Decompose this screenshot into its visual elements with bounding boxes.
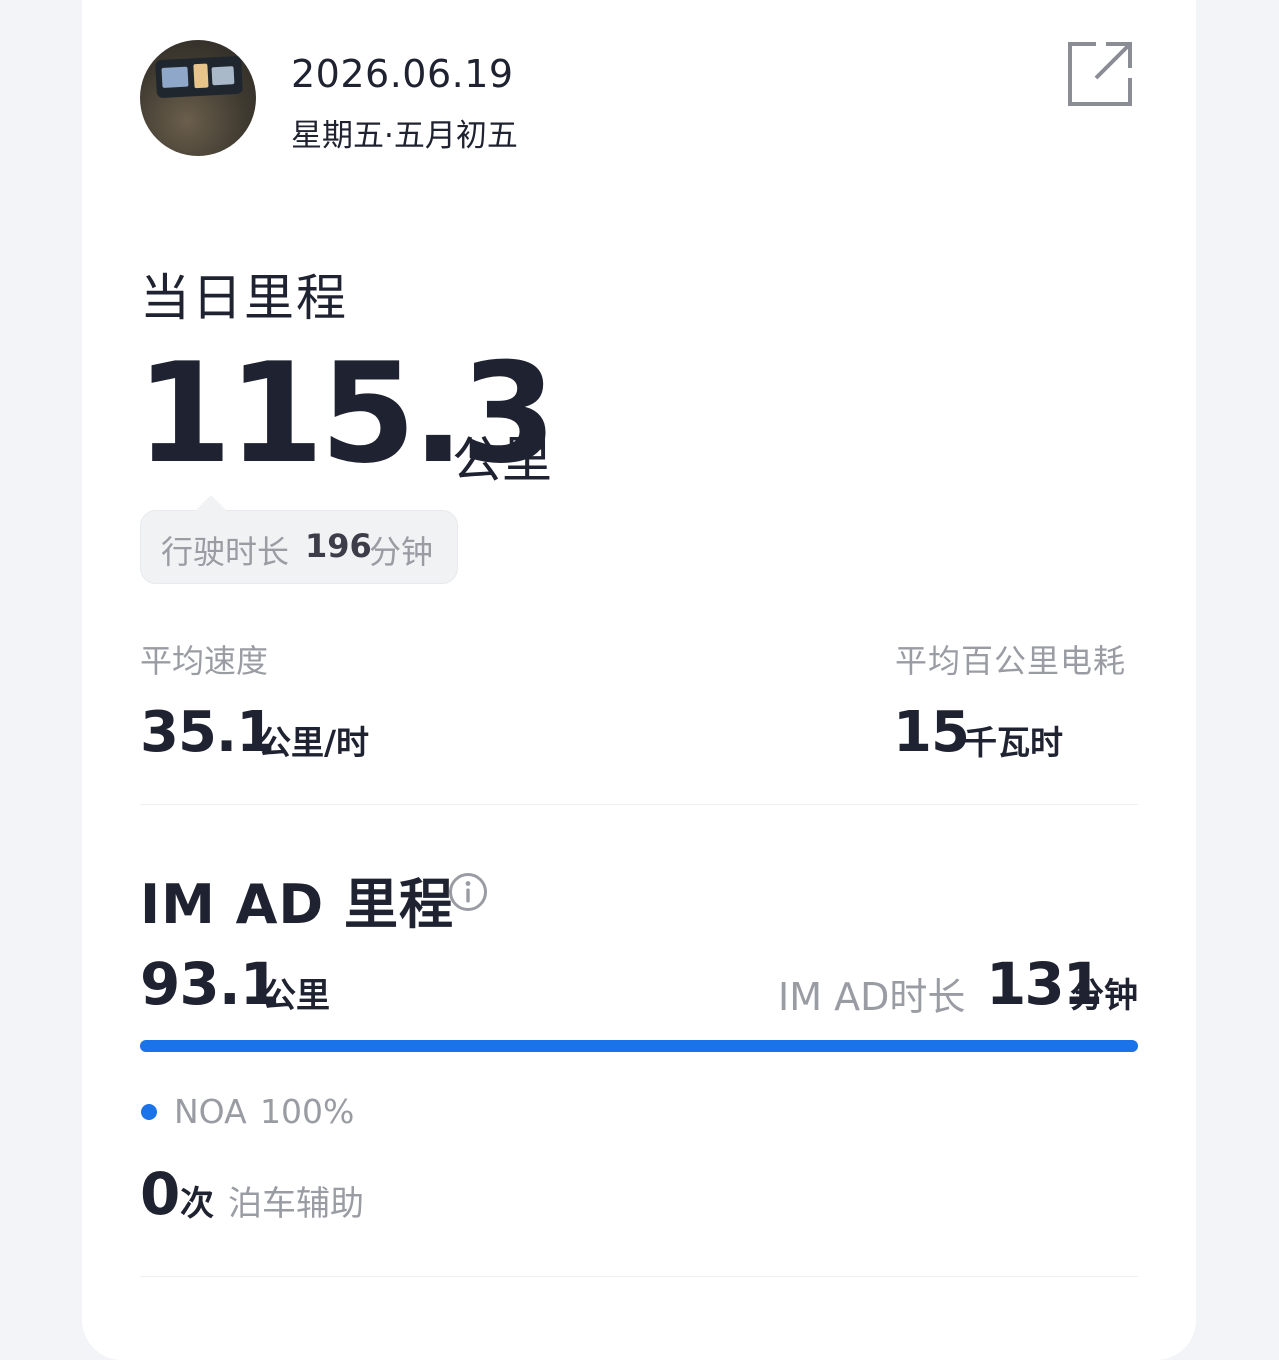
imad-progress-bar [140,1040,1138,1052]
imad-duration-label: IM AD时长 [778,975,966,1019]
driving-duration-unit: 分钟 [369,533,434,571]
trip-weekday: 星期五·五月初五 [291,118,518,154]
imad-distance-value: 93.1 [140,950,280,1018]
pill-pointer [195,495,227,511]
driving-duration-value: 196 [305,527,372,565]
imad-distance-unit: 公里 [262,976,330,1016]
share-external-icon[interactable] [1066,40,1134,108]
noa-percent: 100% [260,1092,355,1131]
parking-assist-label: 泊车辅助 [228,1184,364,1224]
driving-duration-pill: 行驶时长 196 分钟 [140,495,458,584]
daily-distance-title: 当日里程 [140,269,348,327]
avatar[interactable] [140,40,256,156]
section-divider [140,804,1138,805]
daily-distance-unit: 公里 [452,431,552,489]
parking-assist-unit: 次 [180,1184,214,1224]
noa-legend-dot [141,1104,157,1120]
avg-speed-value: 35.1 [140,700,275,765]
energy-consumption-value: 15 [893,700,970,765]
dashboard-thumbnail [155,55,243,99]
energy-consumption-unit: 千瓦时 [964,723,1063,762]
parking-assist-count: 0 [140,1160,181,1228]
trip-date: 2026.06.19 [291,52,514,96]
imad-duration-unit: 分钟 [1070,976,1138,1016]
imad-progress-fill [140,1040,1138,1052]
noa-label: NOA [174,1092,247,1131]
info-icon[interactable] [448,872,488,912]
driving-duration-label: 行驶时长 [161,533,290,571]
avg-speed-unit: 公里/时 [258,723,370,762]
avg-speed-label: 平均速度 [140,642,269,680]
imad-section-title: IM AD 里程 [140,873,455,936]
bottom-divider [140,1276,1138,1277]
energy-consumption-label: 平均百公里电耗 [895,642,1127,680]
